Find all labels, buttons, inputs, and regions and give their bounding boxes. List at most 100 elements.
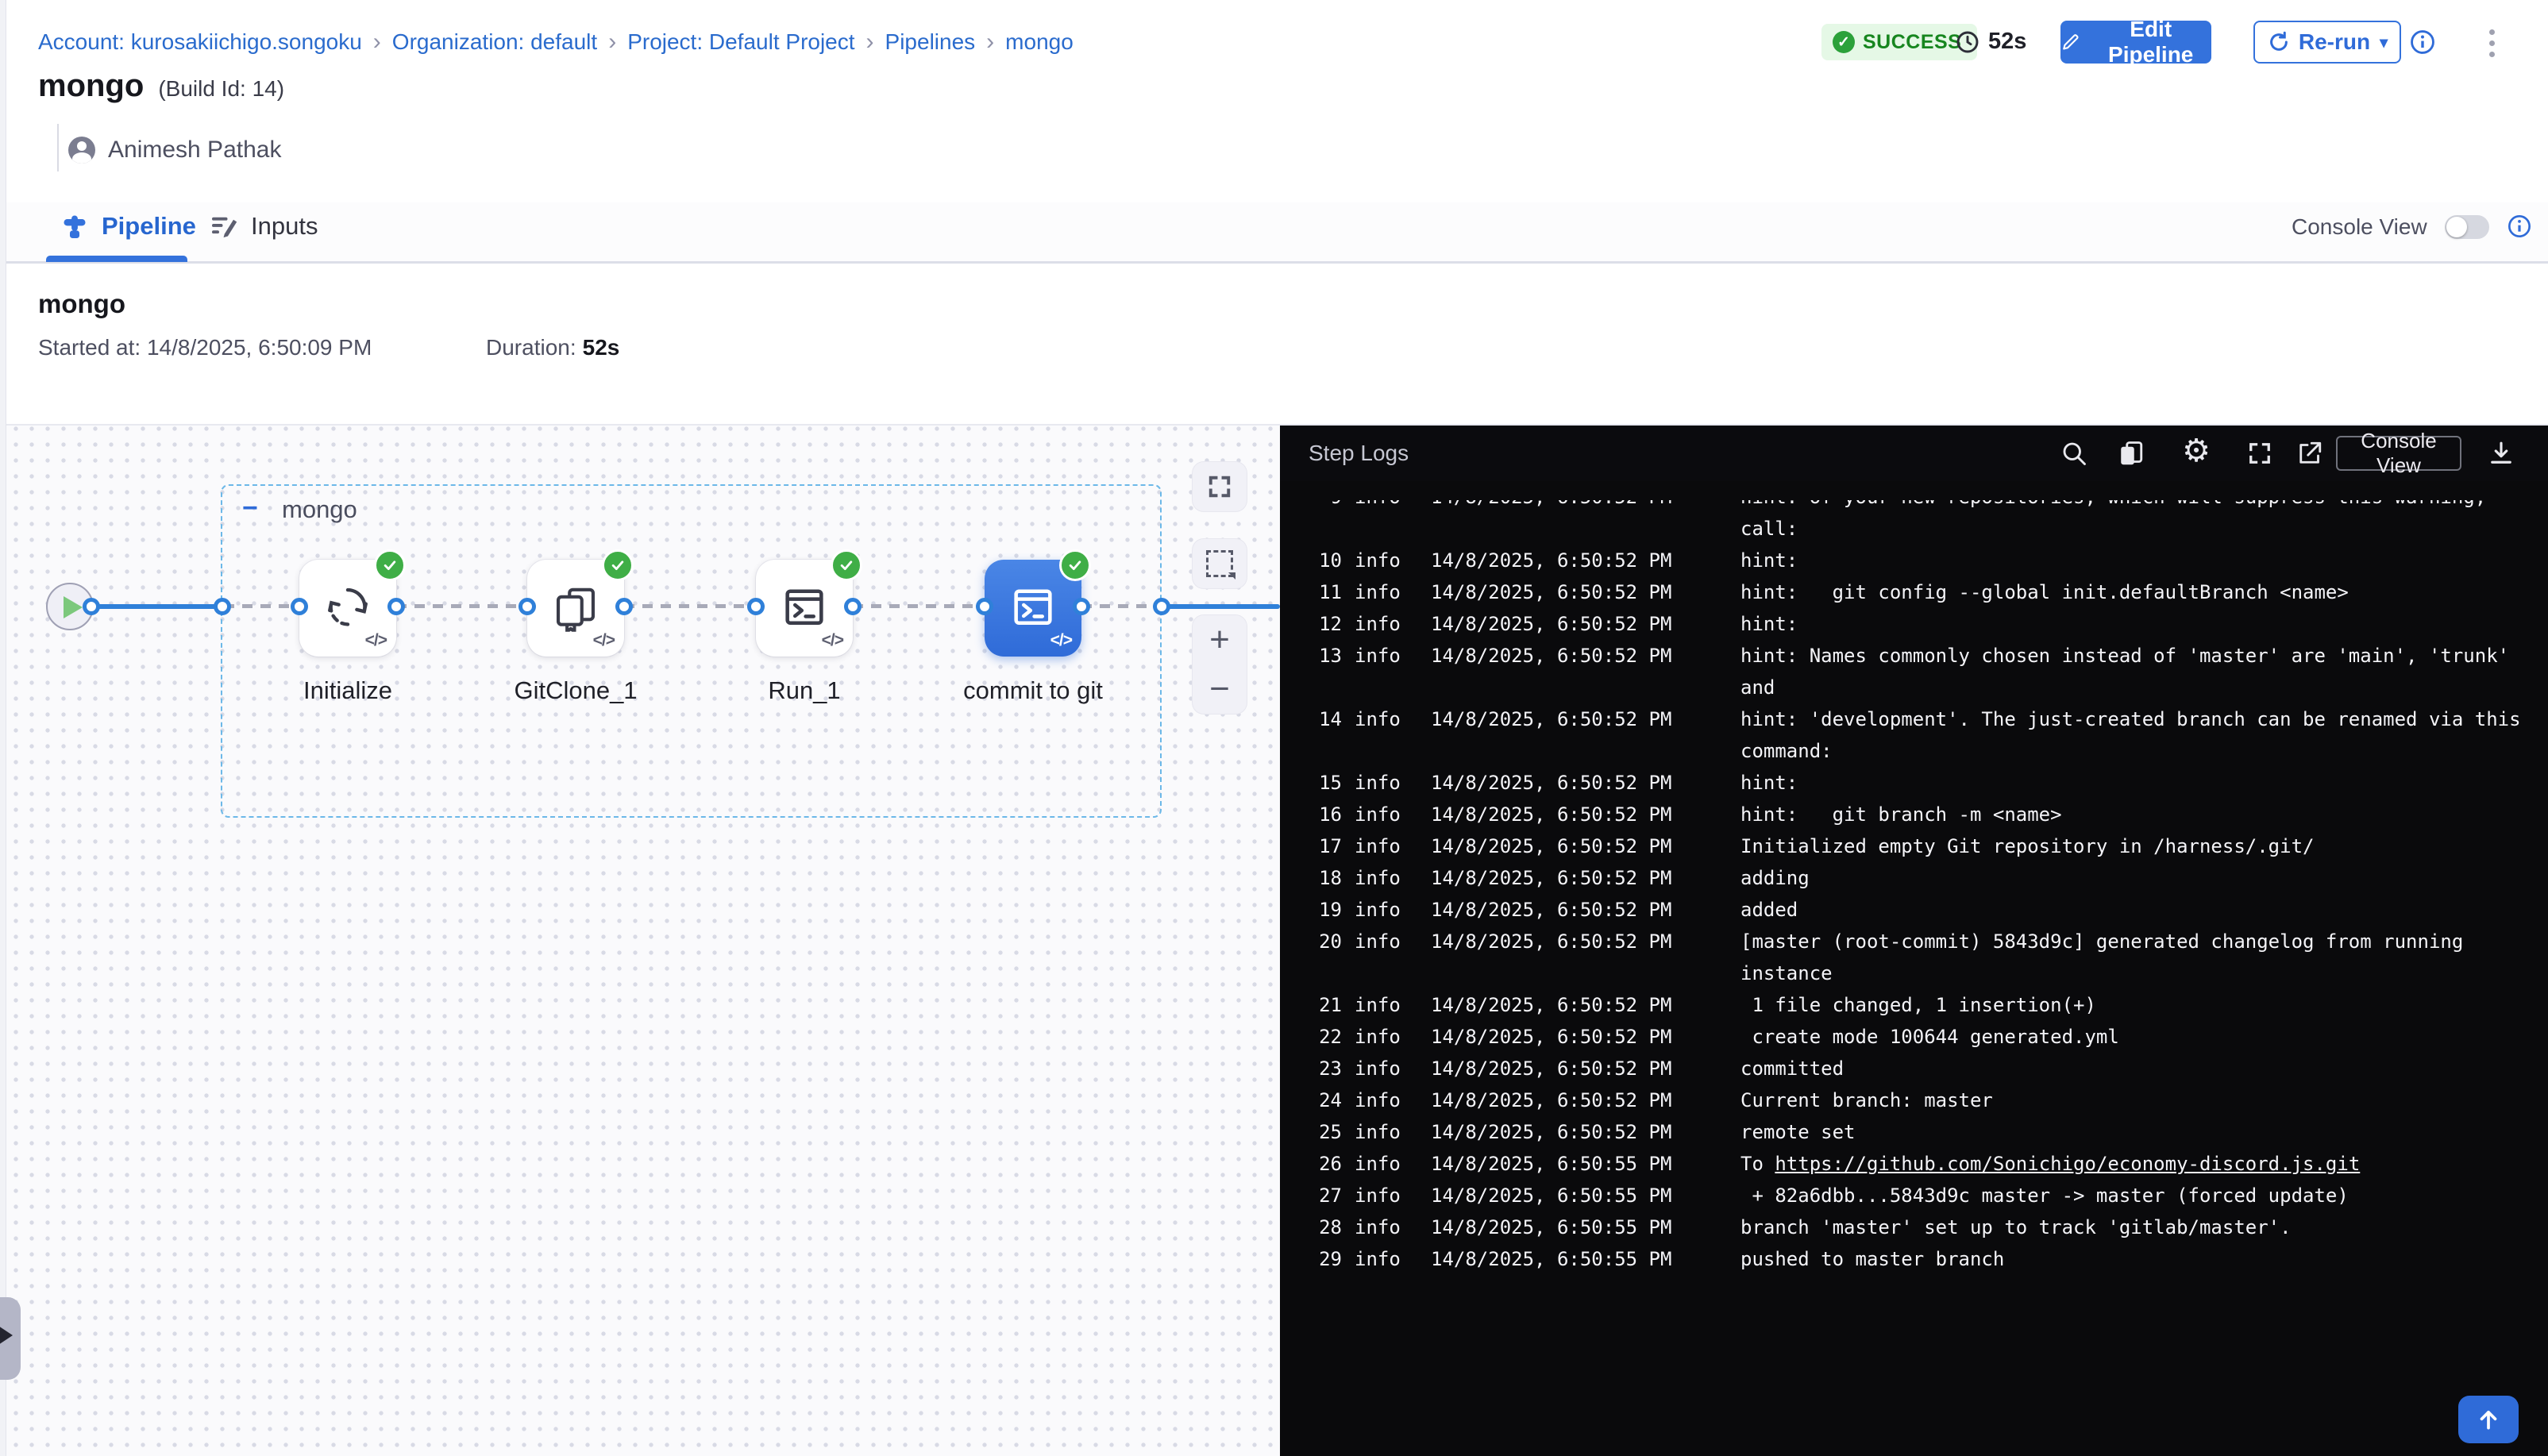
log-timestamp: 14/8/2025, 6:50:52 PM xyxy=(1431,1053,1740,1084)
search-logs-icon[interactable] xyxy=(2060,439,2088,468)
sync-icon xyxy=(323,583,372,632)
expand-right-icon xyxy=(0,1326,13,1345)
caret-down-icon: ▾ xyxy=(2380,33,2388,52)
clock-icon xyxy=(1955,29,1980,55)
log-output[interactable]: 9 info 14/8/2025, 6:50:52 PM hint: of yo… xyxy=(1280,481,2548,1456)
toggle-knob xyxy=(2446,217,2467,237)
step-node-gitclone[interactable]: </> xyxy=(527,560,624,657)
log-line: 15 info 14/8/2025, 6:50:52 PM hint: xyxy=(1307,767,2548,799)
success-check-icon xyxy=(374,549,406,581)
log-message: 1 file changed, 1 insertion(+) xyxy=(1740,989,2535,1021)
tab-pipeline[interactable]: Pipeline xyxy=(60,212,196,241)
log-line: 19 info 14/8/2025, 6:50:52 PM added xyxy=(1307,894,2548,926)
log-timestamp: 14/8/2025, 6:50:52 PM xyxy=(1431,1021,1740,1053)
log-level: info xyxy=(1355,1148,1402,1180)
copy-logs-icon[interactable] xyxy=(2117,439,2145,468)
log-line: 13 info 14/8/2025, 6:50:52 PM hint: Name… xyxy=(1307,640,2548,703)
pipeline-canvas[interactable]: − mongo </> xyxy=(0,426,1280,1456)
rerun-label: Re-run xyxy=(2299,29,2370,55)
step-node-commit-to-git[interactable]: </> xyxy=(985,560,1081,657)
zoom-in-button[interactable]: + xyxy=(1193,615,1247,664)
log-line-number: 13 xyxy=(1307,640,1342,672)
edit-pipeline-label: Edit Pipeline xyxy=(2090,17,2211,67)
step-node-run[interactable]: </> xyxy=(756,560,853,657)
breadcrumb-account[interactable]: Account: kurosakiichigo.songoku xyxy=(38,29,362,55)
run-started: Started at: 14/8/2025, 6:50:09 PM xyxy=(38,335,372,360)
log-timestamp: 14/8/2025, 6:50:55 PM xyxy=(1431,1180,1740,1211)
port-commit-out xyxy=(1073,598,1090,615)
log-line: 21 info 14/8/2025, 6:50:52 PM 1 file cha… xyxy=(1307,989,2548,1021)
log-message: hint: xyxy=(1740,545,2535,576)
log-line: 29 info 14/8/2025, 6:50:55 PM pushed to … xyxy=(1307,1243,2548,1275)
log-line-number: 18 xyxy=(1307,862,1342,894)
log-timestamp: 14/8/2025, 6:50:52 PM xyxy=(1431,830,1740,862)
log-level: info xyxy=(1355,703,1402,735)
log-message: pushed to master branch xyxy=(1740,1243,2535,1275)
step-label-commit-to-git: commit to git xyxy=(930,676,1136,705)
log-message: branch 'master' set up to track 'gitlab/… xyxy=(1740,1211,2535,1243)
tab-inputs[interactable]: Inputs xyxy=(210,212,318,241)
code-badge-icon: </> xyxy=(365,631,387,650)
chevron-right-icon: › xyxy=(866,29,874,56)
log-timestamp: 14/8/2025, 6:50:52 PM xyxy=(1431,989,1740,1021)
log-line-number: 12 xyxy=(1307,608,1342,640)
collapse-stage-icon[interactable]: − xyxy=(242,498,264,522)
log-settings-icon[interactable]: ⚙ xyxy=(2182,437,2211,465)
console-view-control: Console View xyxy=(2292,214,2534,241)
left-panel-handle[interactable] xyxy=(0,1297,21,1380)
canvas-select-zoom-button[interactable] xyxy=(1193,539,1247,588)
console-view-info-icon[interactable] xyxy=(2507,214,2534,241)
zoom-out-button[interactable]: − xyxy=(1193,664,1247,714)
edit-pipeline-button[interactable]: Edit Pipeline xyxy=(2060,21,2211,64)
log-level: info xyxy=(1355,1084,1402,1116)
breadcrumb-pipeline-name[interactable]: mongo xyxy=(1005,29,1074,55)
marquee-select-icon xyxy=(1206,550,1233,577)
log-message: hint: 'development'. The just-created br… xyxy=(1740,703,2535,767)
log-level: info xyxy=(1355,894,1402,926)
log-level: info xyxy=(1355,608,1402,640)
log-line-number: 23 xyxy=(1307,1053,1342,1084)
breadcrumb-pipelines[interactable]: Pipelines xyxy=(885,29,976,55)
canvas-fullscreen-button[interactable] xyxy=(1193,462,1247,511)
expand-logs-icon[interactable] xyxy=(2245,439,2274,468)
log-timestamp: 14/8/2025, 6:50:55 PM xyxy=(1431,1211,1740,1243)
log-line: 11 info 14/8/2025, 6:50:52 PM hint: git … xyxy=(1307,576,2548,608)
console-view-toggle[interactable] xyxy=(2445,215,2489,239)
edge-start-to-stage xyxy=(79,604,224,609)
breadcrumb-organization[interactable]: Organization: default xyxy=(392,29,597,55)
terminal-icon xyxy=(779,582,830,633)
log-line-number: 15 xyxy=(1307,767,1342,799)
more-options-menu-icon[interactable] xyxy=(2476,24,2508,62)
log-line-number: 29 xyxy=(1307,1243,1342,1275)
log-message: added xyxy=(1740,894,2535,926)
pipeline-title: mongo xyxy=(38,68,144,104)
code-badge-icon: </> xyxy=(822,631,843,650)
success-check-icon: ✓ xyxy=(1833,31,1855,53)
play-icon xyxy=(64,596,83,618)
port-initialize-out xyxy=(387,598,405,615)
author-row: Animesh Pathak xyxy=(68,137,281,164)
step-node-initialize[interactable]: </> xyxy=(299,560,396,657)
tab-bar: Pipeline Inputs Console View xyxy=(0,202,2548,264)
log-line: 26 info 14/8/2025, 6:50:55 PM To https:/… xyxy=(1307,1148,2548,1180)
step-label-initialize: Initialize xyxy=(245,676,451,705)
execution-info-icon[interactable] xyxy=(2409,29,2436,56)
main-area: − mongo </> xyxy=(0,424,2548,1456)
scroll-to-top-button[interactable] xyxy=(2458,1396,2519,1443)
log-timestamp: 14/8/2025, 6:50:52 PM xyxy=(1431,1084,1740,1116)
rerun-button[interactable]: Re-run ▾ xyxy=(2253,21,2401,64)
stage-group-header[interactable]: − mongo xyxy=(242,495,357,524)
log-line: 25 info 14/8/2025, 6:50:52 PM remote set xyxy=(1307,1116,2548,1148)
success-check-icon xyxy=(1059,549,1091,581)
open-logs-external-icon[interactable] xyxy=(2296,439,2324,468)
port-run-in xyxy=(747,598,765,615)
log-level: info xyxy=(1355,989,1402,1021)
log-link[interactable]: https://github.com/Sonichigo/economy-dis… xyxy=(1775,1153,2360,1175)
download-logs-icon[interactable] xyxy=(2487,439,2515,468)
console-view-button[interactable]: Console View xyxy=(2336,436,2461,471)
log-line-number: 11 xyxy=(1307,576,1342,608)
port-stage-in xyxy=(214,598,231,615)
status-text: SUCCESS xyxy=(1863,31,1961,54)
breadcrumb-project[interactable]: Project: Default Project xyxy=(627,29,854,55)
log-timestamp: 14/8/2025, 6:50:52 PM xyxy=(1431,1116,1740,1148)
